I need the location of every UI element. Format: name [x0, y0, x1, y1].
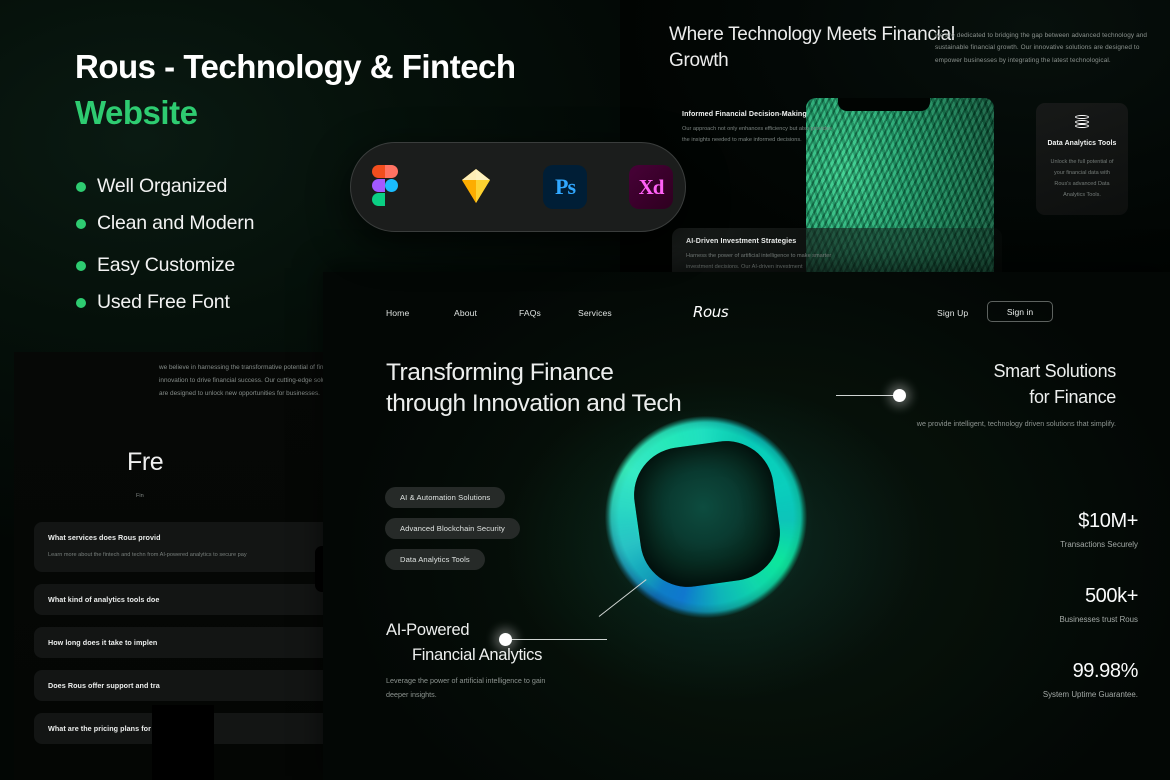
feature-label: Used Free Font — [97, 291, 230, 313]
promo-title-line1: Rous - Technology & Fintech — [75, 48, 516, 85]
card-body: Harness the power of artificial intellig… — [686, 253, 832, 270]
stat-block: 99.98% System Uptime Guarantee. — [888, 660, 1139, 699]
stat-block: 500k+ Businesses trust Rous — [888, 585, 1138, 624]
navbar: Home About FAQs Services Rous Sign Up Si… — [323, 300, 1170, 328]
smart-heading-line2: for Finance — [1029, 386, 1116, 407]
smart-heading-line1: Smart Solutions — [993, 361, 1116, 381]
card-informed-decision: Informed Financial Decision-Making Our a… — [682, 110, 832, 182]
tag-pill[interactable]: Data Analytics Tools — [385, 549, 485, 570]
tag-row: AI & Automation Solutions — [385, 487, 520, 518]
photoshop-label: Ps — [555, 174, 576, 199]
tag-row: Data Analytics Tools — [385, 549, 520, 580]
figma-icon[interactable] — [363, 163, 411, 211]
ai-heading-line2: Financial Analytics — [412, 645, 543, 664]
faq-intro-paragraph: we believe in harnessing the transformat… — [159, 364, 340, 397]
bullet-dot-icon — [76, 297, 86, 308]
card-body: Our approach not only enhances efficienc… — [682, 126, 832, 143]
database-icon — [1075, 115, 1089, 129]
xd-icon[interactable]: Xd — [629, 165, 673, 209]
stat-block: $10M+ Transactions Securely — [888, 510, 1138, 549]
orb-core — [627, 434, 787, 594]
nav-link-about[interactable]: About — [454, 308, 477, 318]
tag-pill[interactable]: Advanced Blockchain Security — [385, 518, 520, 539]
smart-solutions-heading: Smart Solutions for Finance — [886, 359, 1116, 410]
card-data-analytics-tools: Data Analytics Tools Unlock the full pot… — [1036, 103, 1128, 215]
smart-solutions-paragraph: we provide intelligent, technology drive… — [916, 419, 1116, 428]
feature-label: Well Organized — [97, 175, 228, 197]
bullet-dot-icon — [76, 218, 86, 229]
stat-value: $10M+ — [1078, 510, 1138, 532]
texture-mask — [152, 705, 214, 780]
signup-link[interactable]: Sign Up — [937, 308, 968, 318]
nav-link-services[interactable]: Services — [578, 308, 612, 318]
nav-link-home[interactable]: Home — [386, 308, 409, 318]
abstract-texture-image-2 — [152, 428, 344, 720]
stat-value: 500k+ — [1084, 585, 1138, 607]
tag-row: Advanced Blockchain Security — [385, 518, 520, 549]
stat-label: Transactions Securely — [1060, 540, 1138, 549]
ai-powered-paragraph: Leverage the power of artificial intelli… — [386, 676, 546, 700]
promo-title: Rous - Technology & Fintech Website — [75, 44, 615, 135]
presentation-stage: Rous - Technology & Fintech Website Well… — [0, 0, 1170, 780]
hero-section: Home About FAQs Services Rous Sign Up Si… — [323, 272, 1170, 780]
tag-pill[interactable]: AI & Automation Solutions — [385, 487, 506, 508]
bullet-dot-icon — [76, 260, 86, 271]
about-heading: Where Technology Meets Financial Growth — [669, 24, 955, 71]
feature-label: Clean and Modern — [97, 212, 255, 234]
card-title: Data Analytics Tools — [1047, 140, 1117, 147]
nav-link-faqs[interactable]: FAQs — [519, 308, 541, 318]
hero-tag-list: AI & Automation Solutions Advanced Block… — [385, 487, 520, 580]
photoshop-icon[interactable]: Ps — [543, 165, 587, 209]
card-title: AI-Driven Investment Strategies — [686, 237, 797, 245]
bullet-dot-icon — [76, 181, 86, 192]
sketch-icon[interactable] — [453, 163, 501, 211]
ai-heading-line1: AI-Powered — [386, 621, 470, 639]
promo-title-line2: Website — [75, 93, 198, 131]
stat-label: System Uptime Guarantee. — [1042, 690, 1138, 699]
about-paragraph: we are dedicated to bridging the gap bet… — [935, 32, 1148, 64]
card-title: Informed Financial Decision-Making — [682, 110, 807, 118]
stat-label: Businesses trust Rous — [1059, 615, 1138, 624]
card-body: Unlock the full potential of your financ… — [1050, 159, 1114, 198]
signin-button[interactable]: Sign in — [987, 301, 1053, 322]
feature-label: Easy Customize — [97, 254, 236, 276]
brand-logo[interactable]: Rous — [693, 303, 729, 321]
ai-powered-heading: AI-Powered Financial Analytics — [386, 618, 616, 668]
faq-subheading: Fin — [136, 493, 144, 499]
design-tools-pill: Ps Xd — [350, 142, 686, 232]
stat-value: 99.98% — [1072, 660, 1139, 682]
xd-label: Xd — [638, 174, 665, 199]
hero-3d-orb — [531, 342, 881, 692]
